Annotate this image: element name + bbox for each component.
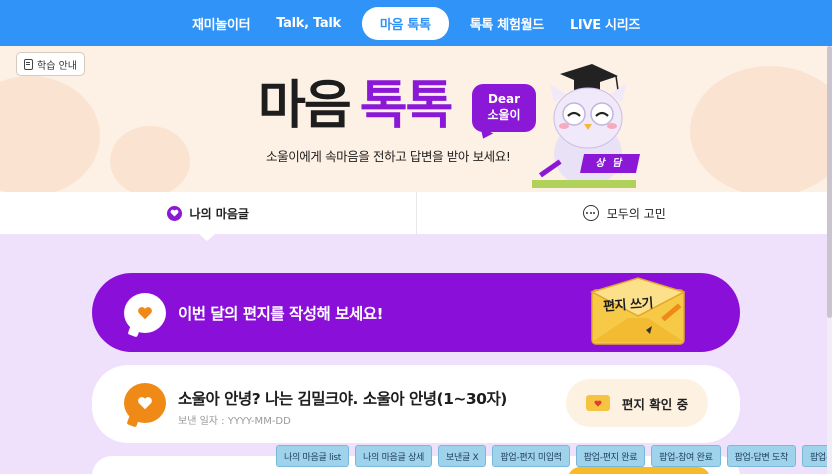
tab-everyones-worries-label: 모두의 고민 [606, 206, 666, 221]
nav-item-experience-world[interactable]: 톡톡 체험월드 [457, 14, 557, 33]
dev-button-popup-reply-arrived[interactable]: 팝업-답변 도착 [726, 445, 796, 467]
letter-status-badge: 편지 확인 중 [566, 379, 708, 427]
chat-bubble-icon [582, 205, 599, 221]
dear-line2: 소울이 [487, 108, 521, 122]
active-tab-pointer [199, 234, 215, 241]
letter-date: 보낸 일자 : YYYY-MM-DD [178, 416, 291, 427]
letter-title: 소울아 안녕? 나는 김밀크야. 소울아 안녕(1~30자) [178, 390, 507, 408]
dev-button-popup-not-entered[interactable]: 팝업-편지 미입력 [492, 445, 570, 467]
hero-subtitle: 소울이에게 속마음을 전하고 답변을 받아 보세요! [266, 149, 511, 164]
hero-section: 학습 안내 마음 톡톡 Dear 소울이 소울이에게 속마음을 전하고 답변을 … [0, 46, 832, 192]
dear-line1: Dear [487, 92, 521, 106]
nav-item-maeum-toktok[interactable]: 마음 톡톡 [361, 6, 449, 40]
tab-my-letters-label: 나의 마음글 [189, 206, 249, 221]
scrollbar-thumb[interactable] [827, 46, 832, 318]
write-letter-button[interactable]: 편지 쓰기 [602, 292, 654, 314]
tab-my-letters[interactable]: 나의 마음글 [0, 192, 417, 234]
letter-status-badge [568, 467, 710, 474]
letter-card[interactable]: 소울아 안녕? 나는 김밀크야. 소울아 안녕(1~30자) 보낸 일자 : Y… [92, 365, 740, 443]
dev-button-sent-none[interactable]: 보낸글 X [438, 445, 487, 467]
nav-item-playground[interactable]: 재미놀이터 [179, 14, 263, 33]
tab-everyones-worries[interactable]: 모두의 고민 [417, 192, 832, 234]
document-icon [24, 58, 33, 70]
hero-title: 마음 톡톡 [258, 74, 454, 138]
dev-button-bar: 나의 마음글 list 나의 마음글 상세 보낸글 X 팝업-편지 미입력 팝업… [276, 445, 832, 467]
dev-button-my-letter-detail[interactable]: 나의 마음글 상세 [355, 445, 433, 467]
heart-bubble-icon [124, 383, 166, 423]
dev-button-popup-letter-done[interactable]: 팝업-편지 완료 [575, 445, 646, 467]
top-nav: 재미놀이터 Talk, Talk 마음 톡톡 톡톡 체험월드 LIVE 시리즈 [0, 0, 832, 46]
heart-bubble-icon [124, 293, 166, 333]
envelope-heart-icon [585, 395, 610, 411]
nav-item-live-series[interactable]: LIVE 시리즈 [557, 14, 653, 33]
learning-guide-button[interactable]: 학습 안내 [16, 52, 85, 76]
nav-item-talk-talk[interactable]: Talk, Talk [263, 16, 354, 31]
letter-status-label: 편지 확인 중 [621, 396, 689, 412]
banner-text: 이번 달의 편지를 작성해 보세요! [178, 305, 384, 323]
dev-button-popup-joined[interactable]: 팝업-참여 완료 [651, 445, 721, 467]
write-letter-banner[interactable]: 이번 달의 편지를 작성해 보세요! 편지 쓰기 [92, 273, 740, 352]
tab-bar: 나의 마음글 모두의 고민 [0, 192, 832, 234]
hero-decor-blob [110, 126, 190, 192]
learning-guide-label: 학습 안내 [37, 60, 77, 72]
hero-decor-blob [690, 66, 832, 192]
hero-title-part2: 톡톡 [359, 76, 454, 136]
heart-icon [166, 205, 182, 221]
dev-button-my-letter-list[interactable]: 나의 마음글 list [276, 445, 350, 467]
counsel-tag: 상 담 [579, 154, 641, 173]
hero-decor-blob [0, 76, 100, 192]
dear-soul-bubble: Dear 소울이 [472, 84, 536, 132]
hero-title-part1: 마음 [258, 76, 352, 136]
